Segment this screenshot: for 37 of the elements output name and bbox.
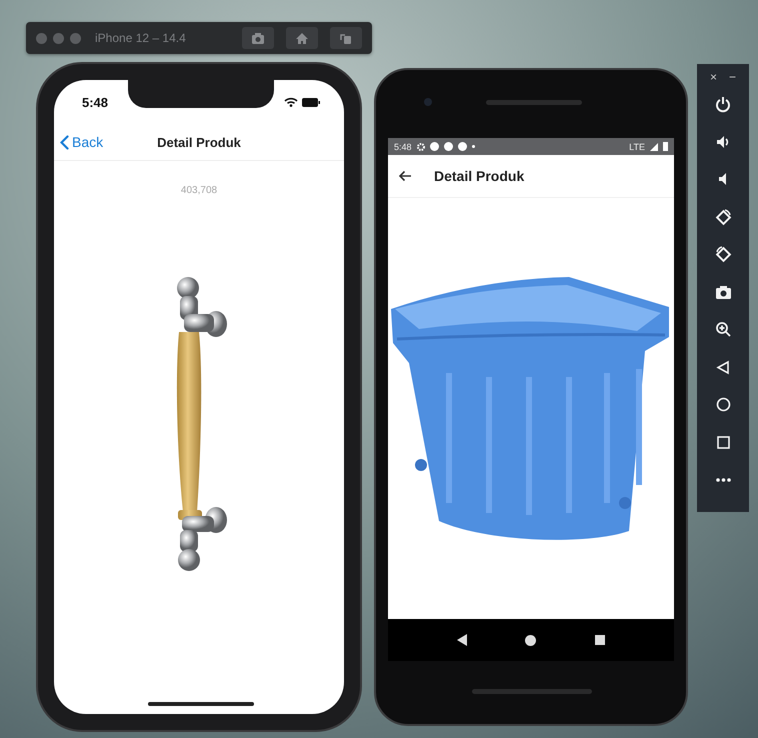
triangle-back-icon [714,358,732,376]
back-button[interactable]: Back [60,134,104,150]
rotate-icon [339,32,353,44]
back-arrow-icon [398,170,412,182]
status-time: 5:48 [82,94,108,110]
screen-title: Detail Produk [434,168,524,184]
camera-icon [714,284,732,301]
close-button[interactable]: × [710,70,717,84]
network-type: LTE [629,142,645,152]
back-button[interactable] [457,634,468,646]
triangle-back-icon [457,634,468,646]
back-button[interactable] [398,170,412,182]
camera-icon [251,32,265,44]
home-button[interactable] [525,634,536,646]
power-icon [714,96,732,114]
signal-icon [650,142,658,150]
gear-icon [416,142,425,150]
circle-home-icon [714,396,732,414]
zoom-in-icon [714,321,732,338]
wifi-icon [284,97,298,107]
more-icon [716,478,730,482]
image-counter: 403,708 [180,185,218,196]
battery-icon [302,98,320,106]
home-icon [295,32,309,44]
battery-icon [663,142,668,151]
recent-apps-button[interactable] [594,635,605,645]
window-title: iPhone 12 – 14.4 [95,31,187,45]
circle-home-icon [525,634,536,646]
minimize-button[interactable]: − [729,70,736,84]
square-overview-icon [594,635,605,645]
square-overview-icon [714,434,732,451]
chevron-left-icon [60,134,69,150]
screen-title: Detail Produk [157,134,241,150]
notification-dot [472,145,475,148]
status-time: 5:48 [394,142,412,152]
rotate-button[interactable] [330,27,362,49]
camera-lens [424,98,432,106]
